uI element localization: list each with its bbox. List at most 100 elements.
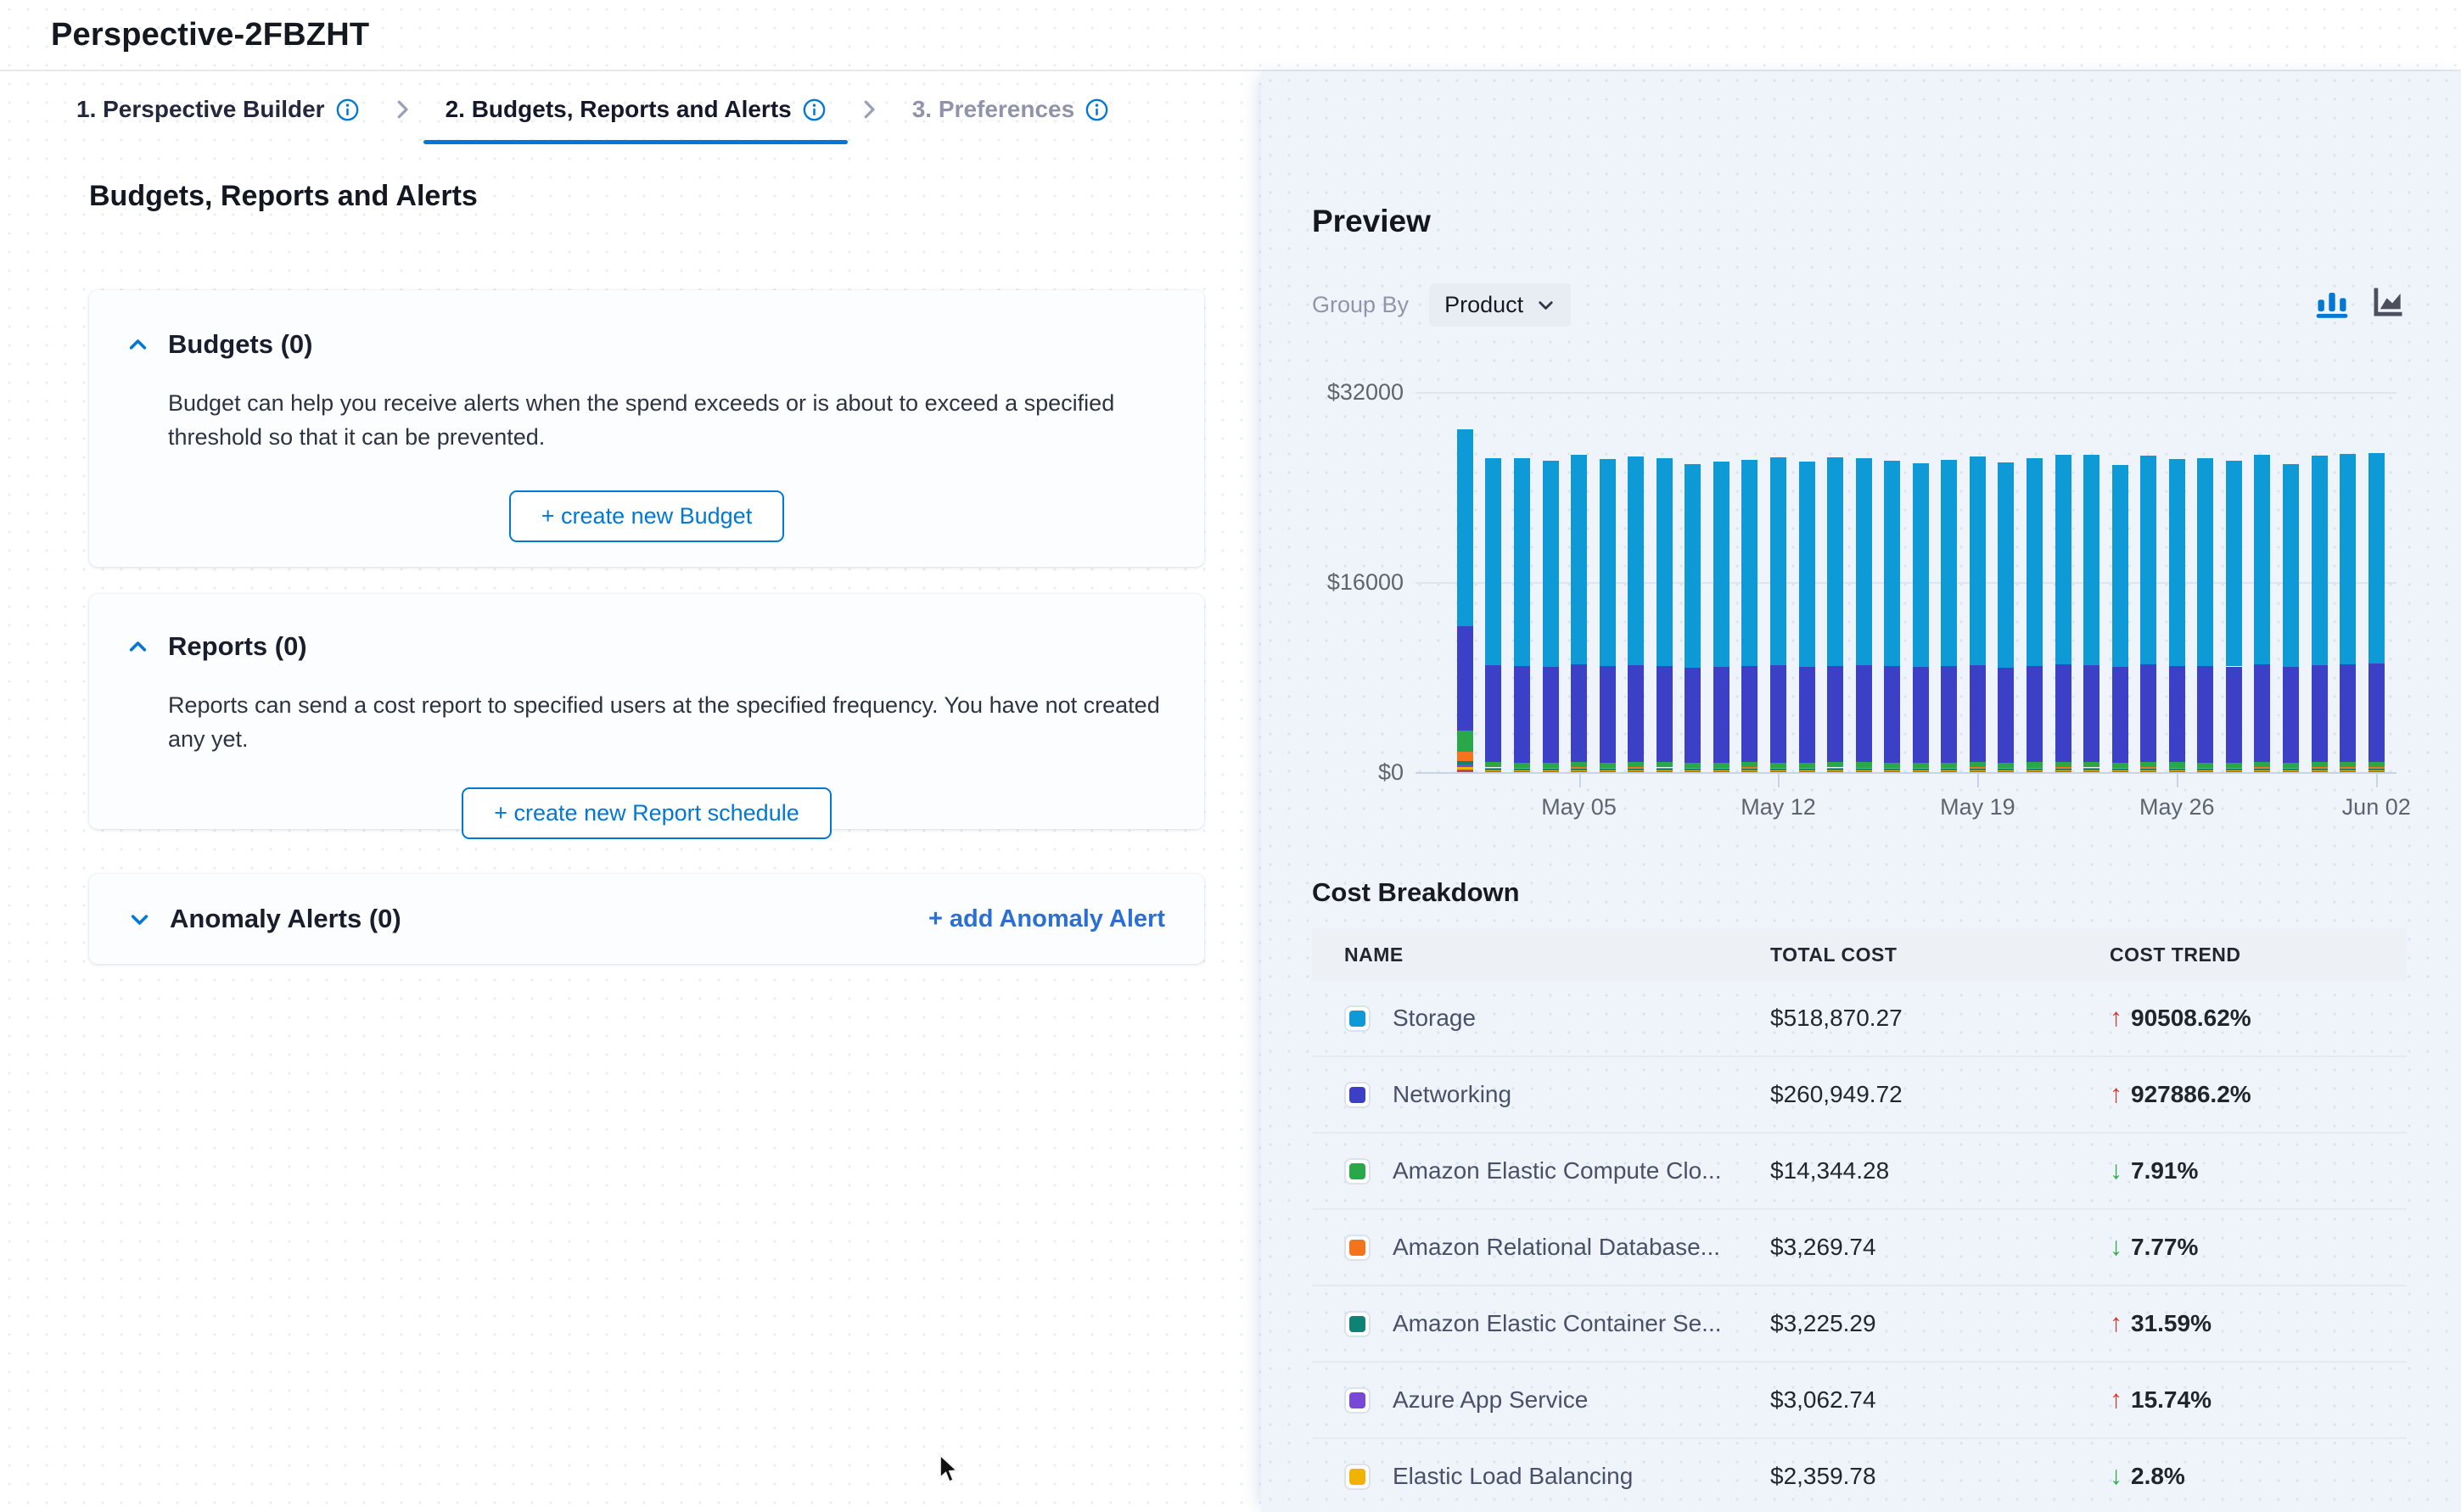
bar-may-15[interactable] xyxy=(1856,392,1872,772)
bar-may-06[interactable] xyxy=(1600,392,1616,772)
bar-segment xyxy=(1941,666,1957,762)
bar-segment xyxy=(1457,731,1473,752)
area-chart-icon[interactable] xyxy=(2369,283,2407,321)
tab-preferences[interactable]: 3. Preferences xyxy=(890,73,1130,146)
tab-perspective-builder[interactable]: 1. Perspective Builder xyxy=(54,73,381,146)
bar-may-18[interactable] xyxy=(1941,392,1957,772)
table-row[interactable]: Amazon Elastic Container Se...$3,225.29↑… xyxy=(1312,1286,2407,1363)
bar-may-29[interactable] xyxy=(2254,392,2270,772)
bar-segment xyxy=(1941,460,1957,667)
bar-segment xyxy=(1514,458,1530,666)
bar-may-25[interactable] xyxy=(2140,392,2156,772)
bar-segment xyxy=(1543,763,1559,768)
bar-segment xyxy=(2369,664,2385,762)
bar-may-12[interactable] xyxy=(1770,392,1786,772)
bar-may-04[interactable] xyxy=(1543,392,1559,772)
bar-segment xyxy=(1600,666,1616,762)
bar-segment xyxy=(2254,762,2270,767)
bar-segment xyxy=(1514,768,1530,770)
anomaly-card-header[interactable]: Anomaly Alerts (0) xyxy=(128,904,401,934)
bar-may-24[interactable] xyxy=(2112,392,2128,772)
bar-may-27[interactable] xyxy=(2197,392,2213,772)
bar-may-19[interactable] xyxy=(1970,392,1986,772)
bar-segment xyxy=(1514,666,1530,762)
bar-may-22[interactable] xyxy=(2055,392,2071,772)
table-row[interactable]: Storage$518,870.27↑90508.62% xyxy=(1312,981,2407,1057)
bar-may-07[interactable] xyxy=(1628,392,1644,772)
y-axis-tick-label: $32000 xyxy=(1261,379,1404,406)
create-budget-button[interactable]: + create new Budget xyxy=(509,490,784,542)
bar-segment xyxy=(1543,461,1559,667)
table-row[interactable]: Azure App Service$3,062.74↑15.74% xyxy=(1312,1363,2407,1439)
bar-jun-01[interactable] xyxy=(2340,392,2356,772)
tab-budgets-reports-alerts[interactable]: 2. Budgets, Reports and Alerts xyxy=(423,73,848,146)
bar-may-28[interactable] xyxy=(2226,392,2242,772)
bar-segment xyxy=(2226,768,2242,770)
reports-card-header[interactable]: Reports (0) xyxy=(126,631,1167,662)
bar-segment xyxy=(1799,462,1815,667)
bar-segment xyxy=(1657,762,1673,767)
bar-may-08[interactable] xyxy=(1657,392,1673,772)
info-icon xyxy=(803,98,826,121)
budgets-card-header[interactable]: Budgets (0) xyxy=(126,329,1167,360)
bar-may-17[interactable] xyxy=(1913,392,1929,772)
section-heading: Budgets, Reports and Alerts xyxy=(89,180,478,213)
x-axis-line xyxy=(1415,772,2397,774)
bar-jun-02[interactable] xyxy=(2369,392,2385,772)
cost-table-body: Storage$518,870.27↑90508.62% Networking $2… xyxy=(1312,981,2407,1512)
bar-may-09[interactable] xyxy=(1685,392,1701,772)
budgets-card: Budgets (0) Budget can help you receive … xyxy=(89,290,1204,567)
bar-may-21[interactable] xyxy=(2027,392,2043,772)
bar-may-13[interactable] xyxy=(1799,392,1815,772)
bar-may-20[interactable] xyxy=(1998,392,2014,772)
bar-segment xyxy=(1799,667,1815,763)
bar-segment xyxy=(2283,768,2299,770)
add-anomaly-alert-link[interactable]: + add Anomaly Alert xyxy=(928,905,1165,933)
trend-down-arrow-icon: ↓ xyxy=(2110,1464,2122,1489)
table-row[interactable]: Elastic Load Balancing$2,359.78↓2.8% xyxy=(1312,1439,2407,1512)
bar-segment xyxy=(1457,752,1473,761)
bar-segment xyxy=(1628,767,1644,769)
bar-segment xyxy=(1884,461,1900,666)
x-axis-tick-label: May 12 xyxy=(1741,794,1816,820)
product-name: Networking xyxy=(1393,1081,1511,1108)
bar-may-10[interactable] xyxy=(1713,392,1729,772)
create-report-schedule-button[interactable]: + create new Report schedule xyxy=(462,787,831,839)
bar-may-16[interactable] xyxy=(1884,392,1900,772)
mouse-cursor xyxy=(933,1453,964,1487)
bar-segment xyxy=(2169,768,2185,770)
trend-value: 7.91% xyxy=(2131,1157,2198,1184)
bar-segment xyxy=(2055,767,2071,769)
bar-may-31[interactable] xyxy=(2312,392,2328,772)
bar-segment xyxy=(2027,458,2043,666)
bar-may-14[interactable] xyxy=(1827,392,1843,772)
bar-may-05[interactable] xyxy=(1571,392,1587,772)
budgets-title: Budgets (0) xyxy=(168,329,313,360)
table-row[interactable]: Amazon Elastic Compute Clo...$14,344.28↓… xyxy=(1312,1134,2407,1210)
preview-panel: Preview Group By Product $0$16000$32000M… xyxy=(1261,71,2461,1512)
bar-segment xyxy=(1657,768,1673,770)
bar-may-02[interactable] xyxy=(1485,392,1501,772)
total-cost-value: $14,344.28 xyxy=(1770,1157,2110,1184)
total-cost-value: $260,949.72 xyxy=(1770,1081,2110,1108)
table-row[interactable]: Networking$260,949.72↑927886.2% xyxy=(1312,1057,2407,1134)
bar-segment xyxy=(2226,667,2242,763)
trend-value: 31.59% xyxy=(2131,1310,2212,1337)
bar-may-11[interactable] xyxy=(1741,392,1757,772)
bar-segment xyxy=(1514,763,1530,768)
group-by-dropdown[interactable]: Product xyxy=(1429,283,1571,327)
product-name: Amazon Elastic Compute Clo... xyxy=(1393,1157,1722,1184)
bar-chart-icon[interactable] xyxy=(2313,283,2351,321)
bar-segment xyxy=(2083,455,2099,665)
bar-may-03[interactable] xyxy=(1514,392,1530,772)
chevron-down-icon xyxy=(128,908,151,931)
cost-breakdown-title: Cost Breakdown xyxy=(1312,877,1520,908)
table-row[interactable]: Amazon Relational Database...$3,269.74↓7… xyxy=(1312,1210,2407,1286)
bar-may-26[interactable] xyxy=(2169,392,2185,772)
bar-segment xyxy=(1571,762,1587,767)
bar-segment xyxy=(1856,768,1872,770)
bar-may-01[interactable] xyxy=(1457,392,1473,772)
bar-may-23[interactable] xyxy=(2083,392,2099,772)
bar-may-30[interactable] xyxy=(2283,392,2299,772)
chart-plot-area[interactable] xyxy=(1422,392,2391,772)
